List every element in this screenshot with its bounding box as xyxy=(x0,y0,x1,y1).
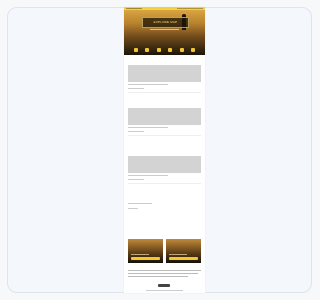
promo-card-title xyxy=(131,254,149,255)
section-subtitle xyxy=(128,61,201,64)
info-line xyxy=(128,203,152,204)
map-placeholder[interactable] xyxy=(128,156,201,173)
map-caption xyxy=(128,175,168,176)
map-section-1 xyxy=(128,57,201,93)
footer-line xyxy=(128,273,198,274)
top-bar-left-text xyxy=(126,8,142,9)
section-title xyxy=(128,197,201,201)
footer-line xyxy=(128,276,188,277)
promo-card-button[interactable] xyxy=(169,257,198,260)
nav-icons xyxy=(134,48,195,53)
info-icon[interactable] xyxy=(190,48,195,52)
star-icon[interactable] xyxy=(168,48,173,52)
map-placeholder[interactable] xyxy=(128,65,201,82)
page-preview[interactable]: EXPLORE MAP xyxy=(124,7,205,293)
home-icon[interactable] xyxy=(134,48,138,52)
promo-card[interactable] xyxy=(166,239,201,263)
section-subtitle xyxy=(128,152,201,155)
promo-card-title xyxy=(169,254,187,255)
promo-card-button[interactable] xyxy=(131,257,160,260)
footer-line xyxy=(128,270,201,271)
promo-card[interactable] xyxy=(128,239,163,263)
promo-cards xyxy=(128,239,201,263)
map-caption xyxy=(128,84,168,85)
footer-logo xyxy=(158,284,170,287)
map-section-3 xyxy=(128,148,201,184)
section-subtitle xyxy=(128,104,201,107)
map-section-2 xyxy=(128,100,201,136)
footer-text xyxy=(128,268,201,277)
hero-title: EXPLORE MAP xyxy=(142,17,189,28)
hero-banner: EXPLORE MAP xyxy=(124,10,205,55)
footer-copyright xyxy=(146,290,183,291)
map-link[interactable] xyxy=(128,179,144,180)
food-icon[interactable] xyxy=(179,48,184,52)
top-bar-right-links[interactable] xyxy=(177,8,203,9)
hero-subtitle xyxy=(150,29,179,30)
map-icon[interactable] xyxy=(145,48,150,52)
map-link[interactable] xyxy=(128,131,144,132)
divider xyxy=(128,183,201,184)
related-title xyxy=(128,213,201,217)
divider xyxy=(128,92,201,93)
calendar-icon[interactable] xyxy=(156,48,161,52)
map-placeholder[interactable] xyxy=(128,108,201,125)
map-link[interactable] xyxy=(128,88,144,89)
map-caption xyxy=(128,127,168,128)
info-line xyxy=(128,208,138,209)
divider xyxy=(128,135,201,136)
info-section xyxy=(128,197,201,217)
